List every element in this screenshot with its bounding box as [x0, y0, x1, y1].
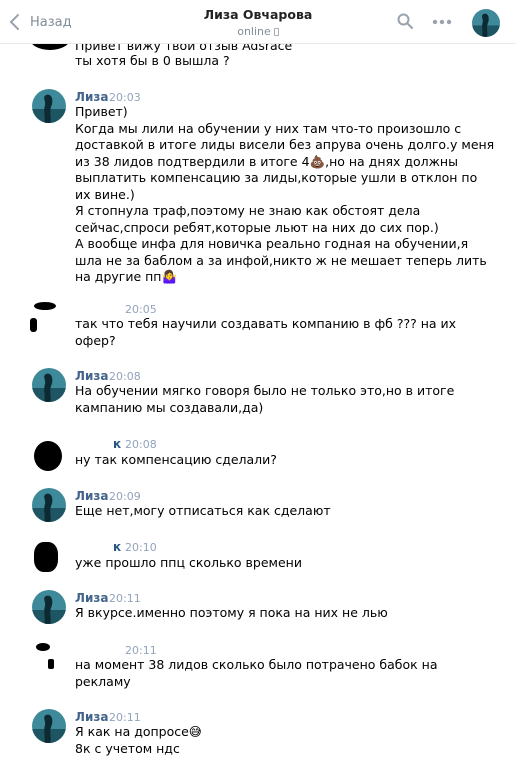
message-line: ну так компенсацию сделали? [75, 452, 277, 467]
mobile-icon [273, 27, 279, 36]
avatar[interactable] [32, 590, 66, 624]
mermaid-avatar-image [32, 709, 66, 743]
chat-header: Назад Лиза Овчарова online [0, 0, 516, 44]
message-text: на момент 38 лидов сколько было потрачен… [75, 657, 438, 690]
message-line: так что тебя научили создавать компанию … [75, 316, 457, 331]
message-text: Я вкурсе.именно поэтому я пока на них не… [75, 605, 425, 622]
message-text: ну так компенсацию сделали? [75, 452, 425, 469]
avatar-fragment [30, 318, 37, 332]
message-author[interactable]: Лиза [75, 591, 108, 605]
message-line: рекламу [75, 673, 131, 689]
message-text: Я как на допросе😅 8к с учетом ндс [75, 724, 425, 757]
message-time: 20:08 [109, 370, 141, 383]
message-time: 20:11 [109, 711, 141, 724]
message-line: из 38 лидов подтвердили в итоге 4💩,но на… [75, 153, 458, 169]
message-line: шла не за баблом а за инфой,никто ж не м… [75, 252, 487, 268]
back-label: Назад [30, 14, 72, 30]
message-line: выплатить компенсацию за лиды,которые уш… [75, 170, 478, 185]
avatar-fragment [48, 659, 54, 669]
chevron-left-icon [9, 14, 19, 30]
avatar[interactable] [32, 709, 66, 743]
mermaid-avatar-image [32, 590, 66, 624]
message-text: так что тебя научили создавать компанию … [75, 316, 457, 349]
message-author[interactable]: Лиза [75, 90, 108, 104]
message-line: На обучении мягко говоря было не только … [75, 383, 455, 398]
message-line: на другие пп🤷‍♀️ [75, 269, 178, 284]
message-line: Я вкурсе.именно поэтому я пока на них не… [75, 605, 388, 620]
message-author[interactable]: к [113, 437, 121, 451]
message-line: кампанию мы создавали,да) [75, 399, 264, 415]
message-time: 20:09 [109, 490, 141, 503]
message-line: их вине.) [75, 186, 135, 202]
avatar[interactable] [34, 542, 58, 572]
message-line: сейчас,спроси ребят,которые льют на них … [75, 219, 439, 235]
mermaid-avatar-image [32, 89, 66, 123]
back-button[interactable]: Назад [8, 11, 72, 33]
message-time: 20:05 [125, 303, 157, 316]
message-time: 20:11 [109, 592, 141, 605]
message-author[interactable]: Лиза [75, 489, 108, 503]
message-line: А вообще инфа для новичка реально годная… [75, 236, 469, 251]
avatar[interactable] [32, 368, 66, 402]
avatar[interactable] [34, 441, 62, 471]
message-line: на момент 38 лидов сколько было потрачен… [75, 657, 438, 672]
message-author[interactable]: Лиза [75, 369, 108, 383]
message-time: 20:10 [125, 541, 157, 554]
message-line: доставкой в итоге лиды висели без апрува… [75, 137, 495, 152]
avatar[interactable] [36, 643, 50, 651]
message-time: 20:08 [125, 438, 157, 451]
message-text: уже прошло ппц сколько времени [75, 555, 425, 572]
mermaid-avatar-image [32, 368, 66, 402]
message-author[interactable]: к [113, 540, 121, 554]
message-time: 20:03 [109, 91, 141, 104]
message-line: Когда мы лили на обучении у них там что-… [75, 120, 462, 136]
message-text: На обучении мягко говоря было не только … [75, 383, 455, 416]
message-line: 8к с учетом ндс [75, 740, 180, 756]
message-author[interactable]: Лиза [75, 710, 108, 724]
message-line: Я как на допросе😅 [75, 724, 202, 739]
mermaid-avatar-image [472, 9, 500, 37]
message-line: Я стопнула траф,поэтому не знаю как обст… [75, 203, 421, 218]
message-line: Привет) [75, 104, 128, 119]
mermaid-avatar-image [32, 488, 66, 522]
avatar[interactable] [34, 302, 56, 310]
avatar [30, 44, 70, 50]
contact-avatar[interactable] [472, 9, 500, 37]
avatar[interactable] [32, 488, 66, 522]
message-text: ты хотя бы в 0 вышла ? [75, 53, 230, 68]
search-icon[interactable] [397, 13, 413, 29]
message-line: офер? [75, 332, 116, 348]
message-line: Еще нет,могу отписаться как сделают [75, 503, 331, 518]
message-text: Привет) Когда мы лили на обучении у них … [75, 104, 495, 286]
message-text: Еще нет,могу отписаться как сделают [75, 503, 425, 520]
more-icon[interactable] [432, 19, 452, 25]
online-status: online [0, 25, 516, 38]
message-line: уже прошло ппц сколько времени [75, 555, 302, 570]
message-feed[interactable]: Привет вижу твой отзыв Adsrace ты хотя б… [0, 44, 516, 758]
message-time: 20:11 [125, 644, 157, 657]
avatar[interactable] [32, 89, 66, 123]
